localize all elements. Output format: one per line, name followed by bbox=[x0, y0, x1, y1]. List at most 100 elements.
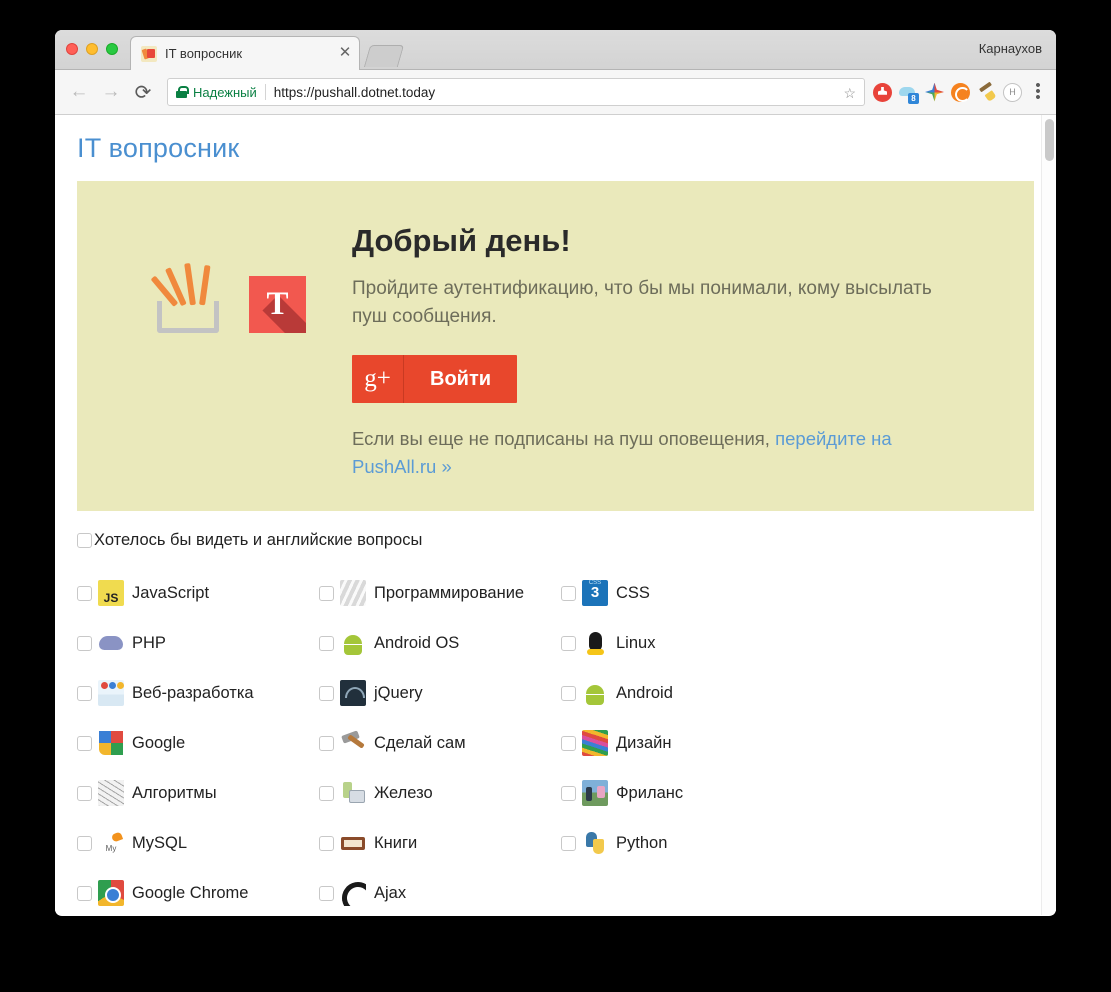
topic-label: Железо bbox=[374, 783, 433, 802]
english-questions-checkbox[interactable] bbox=[77, 533, 92, 548]
topic-checkbox[interactable] bbox=[77, 835, 92, 851]
google-signin-button[interactable]: g+ Войти bbox=[352, 355, 518, 404]
topic-checkbox[interactable] bbox=[561, 785, 576, 801]
bookmark-star-icon[interactable]: ☆ bbox=[843, 85, 856, 102]
diy-hammer-icon bbox=[340, 730, 366, 756]
topic-checkbox[interactable] bbox=[319, 735, 334, 751]
topic-option[interactable]: Google Chrome bbox=[77, 868, 319, 915]
topic-option[interactable]: Книги bbox=[319, 818, 561, 868]
topic-checkbox[interactable] bbox=[319, 685, 334, 701]
linux-tux-icon bbox=[582, 630, 608, 656]
topic-option[interactable]: CSS bbox=[561, 568, 803, 618]
tab-close-icon[interactable]: ✕ bbox=[337, 45, 353, 62]
english-questions-option[interactable]: Хотелось бы видеть и английские вопросы bbox=[77, 531, 1034, 550]
banner-logos: T bbox=[150, 261, 306, 333]
programming-keyboard-icon bbox=[340, 580, 366, 606]
topic-checkbox[interactable] bbox=[77, 685, 92, 701]
topic-label: Книги bbox=[374, 833, 418, 852]
topic-label: Сделай сам bbox=[374, 733, 466, 752]
design-pencils-icon bbox=[582, 730, 608, 756]
tab-title: IT вопросник bbox=[165, 46, 243, 61]
browser-menu-button[interactable]: • • • bbox=[1030, 78, 1046, 105]
topic-option[interactable]: Linux bbox=[561, 618, 803, 668]
secure-label: Надежный bbox=[193, 84, 257, 100]
topic-option[interactable]: Железо bbox=[319, 768, 561, 818]
reload-button[interactable]: ⟳ bbox=[129, 78, 157, 106]
jquery-icon bbox=[340, 680, 366, 706]
banner-note-prefix: Если вы еще не подписаны на пуш оповещен… bbox=[352, 428, 776, 450]
chrome-icon bbox=[98, 880, 124, 906]
ajax-spinner-icon bbox=[340, 880, 366, 906]
page-content: IT вопросник T Добрый день! Пройдите аут… bbox=[55, 115, 1056, 915]
topic-checkbox[interactable] bbox=[77, 585, 92, 601]
topic-option[interactable]: Сделай сам bbox=[319, 718, 561, 768]
topic-option[interactable]: Алгоритмы bbox=[77, 768, 319, 818]
topic-checkbox[interactable] bbox=[319, 635, 334, 651]
topic-option[interactable]: Ajax bbox=[319, 868, 561, 915]
extension-icons bbox=[873, 82, 1022, 104]
window-user-label: Карнаухов bbox=[978, 41, 1042, 56]
cloud-badge-icon[interactable] bbox=[899, 83, 919, 104]
topic-option[interactable]: jQuery bbox=[319, 668, 561, 718]
page-scrollbar[interactable] bbox=[1041, 115, 1056, 915]
cloud-h-icon[interactable] bbox=[1003, 82, 1022, 102]
topic-option[interactable]: Фриланс bbox=[561, 768, 803, 818]
topic-label: CSS bbox=[616, 583, 650, 602]
topic-option[interactable]: Python bbox=[561, 818, 803, 868]
topic-label: Ajax bbox=[374, 883, 407, 902]
topic-option[interactable]: Android OS bbox=[319, 618, 561, 668]
topic-label: MySQL bbox=[132, 833, 188, 852]
google-icon bbox=[98, 730, 124, 756]
window-traffic-lights bbox=[66, 43, 118, 55]
topic-checkbox[interactable] bbox=[561, 835, 576, 851]
forward-button[interactable]: → bbox=[97, 78, 125, 106]
topic-checkbox[interactable] bbox=[561, 585, 576, 601]
topic-option[interactable]: Google bbox=[77, 718, 319, 768]
adblock-plug-icon[interactable] bbox=[873, 82, 892, 102]
topic-label: Python bbox=[616, 833, 668, 852]
topic-option[interactable]: PHP bbox=[77, 618, 319, 668]
topic-checkbox[interactable] bbox=[77, 635, 92, 651]
topic-checkbox[interactable] bbox=[77, 885, 92, 901]
topic-label: Фриланс bbox=[616, 783, 684, 802]
orange-circle-icon[interactable] bbox=[951, 82, 970, 102]
topic-checkbox[interactable] bbox=[319, 835, 334, 851]
address-bar[interactable]: Надежный https://pushall.dotnet.today ☆ bbox=[167, 78, 865, 106]
topic-checkbox-grid: JavaScript Программирование CSS PHP Android … bbox=[77, 568, 1034, 915]
topic-checkbox[interactable] bbox=[77, 785, 92, 801]
topic-label: Android bbox=[616, 683, 673, 702]
topic-option[interactable]: Программирование bbox=[319, 568, 561, 618]
topic-label: Linux bbox=[616, 633, 656, 652]
banner-subtext: Пройдите аутентификацию, что бы мы поним… bbox=[352, 278, 932, 328]
browser-tab[interactable]: IT вопросник ✕ bbox=[130, 36, 360, 70]
new-tab-button[interactable] bbox=[363, 45, 405, 67]
window-minimize-button[interactable] bbox=[86, 43, 98, 55]
auth-banner: T Добрый день! Пройдите аутентификацию, … bbox=[77, 181, 1034, 511]
back-button[interactable]: ← bbox=[65, 78, 93, 106]
page-scrollbar-thumb[interactable] bbox=[1045, 119, 1054, 161]
topic-checkbox[interactable] bbox=[319, 785, 334, 801]
options-section: Хотелось бы видеть и английские вопросы … bbox=[55, 531, 1056, 915]
topic-option[interactable]: Дизайн bbox=[561, 718, 803, 768]
topic-option[interactable]: Веб-разработка bbox=[77, 668, 319, 718]
topic-checkbox[interactable] bbox=[561, 635, 576, 651]
t-logo-icon: T bbox=[249, 276, 306, 333]
topic-label: Android OS bbox=[374, 633, 460, 652]
topic-label: Дизайн bbox=[616, 733, 672, 752]
window-close-button[interactable] bbox=[66, 43, 78, 55]
banner-note: Если вы еще не подписаны на пуш оповещен… bbox=[352, 425, 952, 480]
topic-checkbox[interactable] bbox=[319, 585, 334, 601]
topic-checkbox[interactable] bbox=[561, 735, 576, 751]
window-maximize-button[interactable] bbox=[106, 43, 118, 55]
topic-option[interactable]: Android bbox=[561, 668, 803, 718]
broom-icon[interactable] bbox=[977, 83, 996, 102]
topic-checkbox[interactable] bbox=[77, 735, 92, 751]
books-icon bbox=[340, 830, 366, 856]
web-development-icon bbox=[98, 680, 124, 706]
topic-option[interactable]: JavaScript bbox=[77, 568, 319, 618]
topic-option[interactable]: MySQL bbox=[77, 818, 319, 868]
pinwheel-icon[interactable] bbox=[925, 82, 944, 102]
topic-checkbox[interactable] bbox=[561, 685, 576, 701]
topic-label: PHP bbox=[132, 633, 166, 652]
topic-checkbox[interactable] bbox=[319, 885, 334, 901]
